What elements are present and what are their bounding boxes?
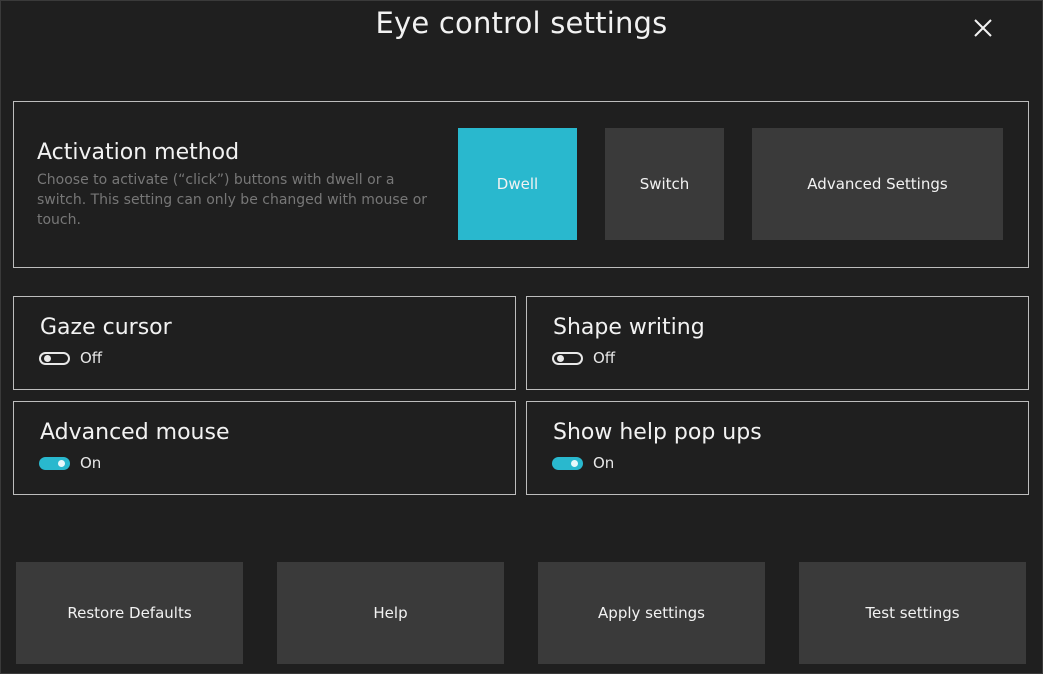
dwell-button[interactable]: Dwell: [458, 128, 577, 240]
shape-writing-toggle[interactable]: [552, 351, 583, 365]
help-popups-title: Show help pop ups: [553, 420, 762, 445]
advanced-settings-button[interactable]: Advanced Settings: [752, 128, 1003, 240]
toggle-knob: [58, 459, 65, 467]
advanced-mouse-title: Advanced mouse: [40, 420, 230, 445]
help-popups-state: On: [593, 454, 615, 472]
test-settings-button[interactable]: Test settings: [799, 562, 1026, 664]
advanced-mouse-toggle[interactable]: [39, 456, 70, 470]
activation-method-panel: Activation method Choose to activate (“c…: [13, 101, 1029, 268]
gaze-cursor-toggle[interactable]: [39, 351, 70, 365]
advanced-mouse-card: Advanced mouse On: [13, 401, 516, 495]
help-button[interactable]: Help: [277, 562, 504, 664]
toggle-knob: [44, 354, 51, 362]
help-popups-toggle[interactable]: [552, 456, 583, 470]
shape-writing-card: Shape writing Off: [526, 296, 1029, 390]
restore-defaults-button[interactable]: Restore Defaults: [16, 562, 243, 664]
advanced-mouse-state: On: [80, 454, 102, 472]
gaze-cursor-toggle-row: Off: [39, 349, 102, 367]
toggle-knob: [557, 354, 564, 362]
close-icon: [974, 19, 992, 37]
toggle-knob: [571, 459, 578, 467]
activation-method-description: Choose to activate (“click”) buttons wit…: [37, 172, 428, 228]
gaze-cursor-state: Off: [80, 349, 103, 367]
shape-writing-state: Off: [593, 349, 616, 367]
gaze-cursor-title: Gaze cursor: [40, 315, 172, 340]
advanced-mouse-toggle-row: On: [39, 454, 101, 472]
help-popups-toggle-row: On: [552, 454, 614, 472]
activation-method-title: Activation method: [37, 140, 240, 165]
gaze-cursor-card: Gaze cursor Off: [13, 296, 516, 390]
shape-writing-title: Shape writing: [553, 315, 705, 340]
shape-writing-toggle-row: Off: [552, 349, 615, 367]
page-title: Eye control settings: [375, 6, 668, 40]
switch-button[interactable]: Switch: [605, 128, 724, 240]
apply-settings-button[interactable]: Apply settings: [538, 562, 765, 664]
help-popups-card: Show help pop ups On: [526, 401, 1029, 495]
close-button[interactable]: [966, 12, 1000, 44]
